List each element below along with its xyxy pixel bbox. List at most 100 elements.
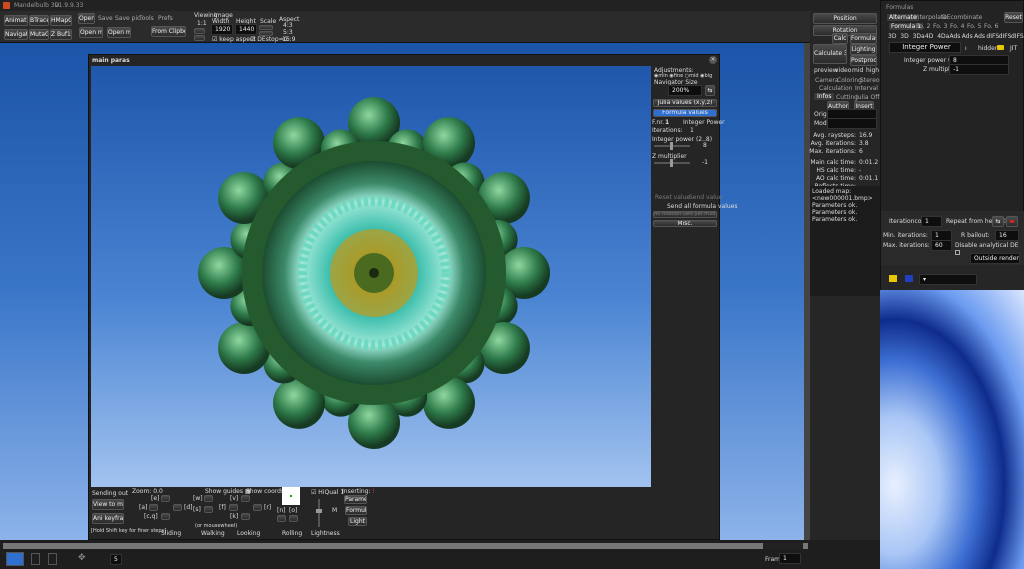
viewing-down-button[interactable] [194, 35, 205, 41]
formula-tab[interactable]: Fo. 3 [933, 23, 947, 30]
send-value-button[interactable]: Send value [689, 194, 722, 201]
open-folder-icon[interactable] [889, 275, 897, 282]
navigator-size-select[interactable]: 200% [668, 85, 702, 96]
save-icon[interactable] [905, 275, 913, 282]
walk-forward-button[interactable] [204, 495, 213, 502]
reset-value-button[interactable]: Reset value [655, 194, 690, 201]
frame-input[interactable]: 1 [779, 553, 801, 564]
position-button[interactable]: Position [813, 13, 877, 24]
iteration-count-input[interactable]: 1 [921, 216, 942, 227]
navigator-viewport[interactable] [91, 66, 651, 487]
ani-keyframe-button[interactable]: Ani keyframe [92, 513, 124, 524]
look-left-button[interactable] [229, 504, 238, 511]
dimension-button[interactable]: 3D [900, 33, 908, 40]
look-up-button[interactable] [241, 495, 250, 502]
close-icon[interactable]: × [709, 56, 717, 64]
tab-calculation[interactable]: Calculation [819, 85, 852, 92]
tab-decombinate[interactable]: DEcombinate [942, 14, 982, 21]
r-bailout-input[interactable]: 16 [995, 230, 1019, 241]
z-mult-slider[interactable] [654, 159, 690, 167]
lightness-slider[interactable] [316, 499, 322, 527]
tab-prefs[interactable]: Prefs [158, 15, 173, 22]
step-input[interactable]: 5 [110, 554, 122, 565]
tab-tools[interactable]: Tools [139, 15, 154, 22]
hidden-label[interactable]: hidden [978, 45, 999, 52]
slide-left-button[interactable] [149, 504, 158, 511]
formula-button[interactable]: Formula [345, 506, 367, 515]
tab-coloring[interactable]: Coloring [837, 77, 862, 84]
max-iterations-input[interactable]: 60 [931, 240, 952, 251]
light-button[interactable]: Light [348, 517, 367, 526]
move-icon[interactable]: ✥ [78, 553, 86, 563]
mutagen-button[interactable]: MutaGen [29, 29, 49, 40]
tab-camera[interactable]: Camera [815, 77, 839, 84]
aspect-5-3[interactable]: 5:3 [283, 29, 293, 36]
tab-save-pic[interactable]: Save pic [115, 15, 140, 22]
slide-up-button[interactable] [161, 495, 170, 502]
misc-button[interactable]: Misc. [653, 220, 717, 227]
open-m3p-button[interactable]: Open m3p [107, 27, 131, 38]
julia-values-button[interactable]: Julia values (x,y,z) [653, 99, 717, 107]
formulas-button[interactable]: Formulas [850, 33, 877, 44]
dimension-button[interactable]: 3Da [913, 33, 925, 40]
width-input[interactable]: 1920 [211, 24, 233, 35]
parameter-button[interactable]: Parameter [344, 495, 367, 504]
outside-render-select[interactable]: Outside render [970, 253, 1020, 264]
edit-icon[interactable] [48, 553, 57, 565]
dimension-button[interactable]: 3D [888, 33, 896, 40]
lighting-button[interactable]: Lighting [850, 44, 877, 55]
quality-high[interactable]: high [866, 67, 879, 74]
animations-button[interactable]: Animations [4, 15, 28, 26]
disable-de-box[interactable] [955, 250, 960, 255]
walk-back-button[interactable] [204, 506, 213, 513]
dimension-button[interactable]: Ads [950, 33, 961, 40]
open-m3i-button[interactable]: Open m3i [79, 27, 103, 38]
fix-rotation-button[interactable]: fix rotation (ant yet m3d) [653, 211, 717, 218]
tab-save[interactable]: Save [98, 15, 113, 22]
roll-right-button[interactable] [289, 515, 298, 522]
jit-label[interactable]: JIT [1010, 45, 1017, 52]
show-guides-checkbox[interactable]: Show guides ▦ [205, 488, 251, 495]
btracer-button[interactable]: BTracer2 [29, 15, 49, 26]
formula-name-select[interactable]: Integer Power [889, 42, 961, 53]
zbuf-button[interactable]: Z Buf16Bit [50, 29, 72, 40]
disable-de-checkbox[interactable]: Disable analytical DE [955, 242, 1019, 249]
navigator-button[interactable]: Navigator [4, 29, 28, 40]
tab-interval[interactable]: Interval [855, 85, 878, 92]
hmapgen-button[interactable]: HMapGen [50, 15, 72, 26]
slide-down-button[interactable] [161, 513, 170, 520]
slide-right-button[interactable] [173, 504, 182, 511]
tab-infos[interactable]: Infos [814, 93, 835, 100]
look-down-button[interactable] [241, 513, 250, 520]
formula-values-button[interactable]: Formula values [653, 109, 717, 117]
reset-button[interactable]: Reset [1004, 12, 1023, 23]
height-input[interactable]: 1440 [235, 24, 257, 35]
scale-up-button[interactable] [259, 25, 273, 30]
aspect-16-9[interactable]: 16:9 [282, 36, 295, 43]
formula-tab[interactable]: Fo. 5 [967, 23, 981, 30]
view-to-main-button[interactable]: View to main [92, 499, 124, 510]
calculate-3d-button[interactable]: Calculate 3D [813, 44, 847, 64]
send-all-button[interactable]: Send all formula values [667, 203, 738, 210]
hiqual-checkbox[interactable]: ☑ HiQual 1 [311, 489, 344, 496]
dimension-button[interactable]: Ads [974, 33, 985, 40]
quality-mid[interactable]: mid [852, 67, 863, 74]
formula-arrow[interactable]: ı [965, 45, 967, 52]
swap-button[interactable]: ⇆ [992, 216, 1004, 227]
param-2-input[interactable]: -1 [949, 64, 1009, 75]
mod-author-field[interactable] [827, 118, 877, 129]
delete-button[interactable]: ▬ [1006, 216, 1018, 227]
roll-left-button[interactable] [277, 515, 286, 522]
tab-cutting[interactable]: Cutting [836, 94, 858, 101]
dimension-button[interactable]: dIFS [986, 33, 999, 40]
formula-tab[interactable]: Fo. 4 [950, 23, 964, 30]
dimension-button[interactable]: Ads [962, 33, 973, 40]
viewing-up-button[interactable] [194, 28, 205, 34]
tab-open[interactable]: Open [78, 13, 95, 24]
from-clipboard-button[interactable]: From Clipboard [151, 26, 186, 37]
look-right-button[interactable] [253, 504, 262, 511]
preset-select[interactable]: ▾ [919, 274, 977, 285]
lighting-preview[interactable] [282, 487, 300, 505]
navigator-reset-button[interactable]: ⇆ [705, 85, 715, 96]
int-power-slider[interactable] [654, 142, 690, 150]
